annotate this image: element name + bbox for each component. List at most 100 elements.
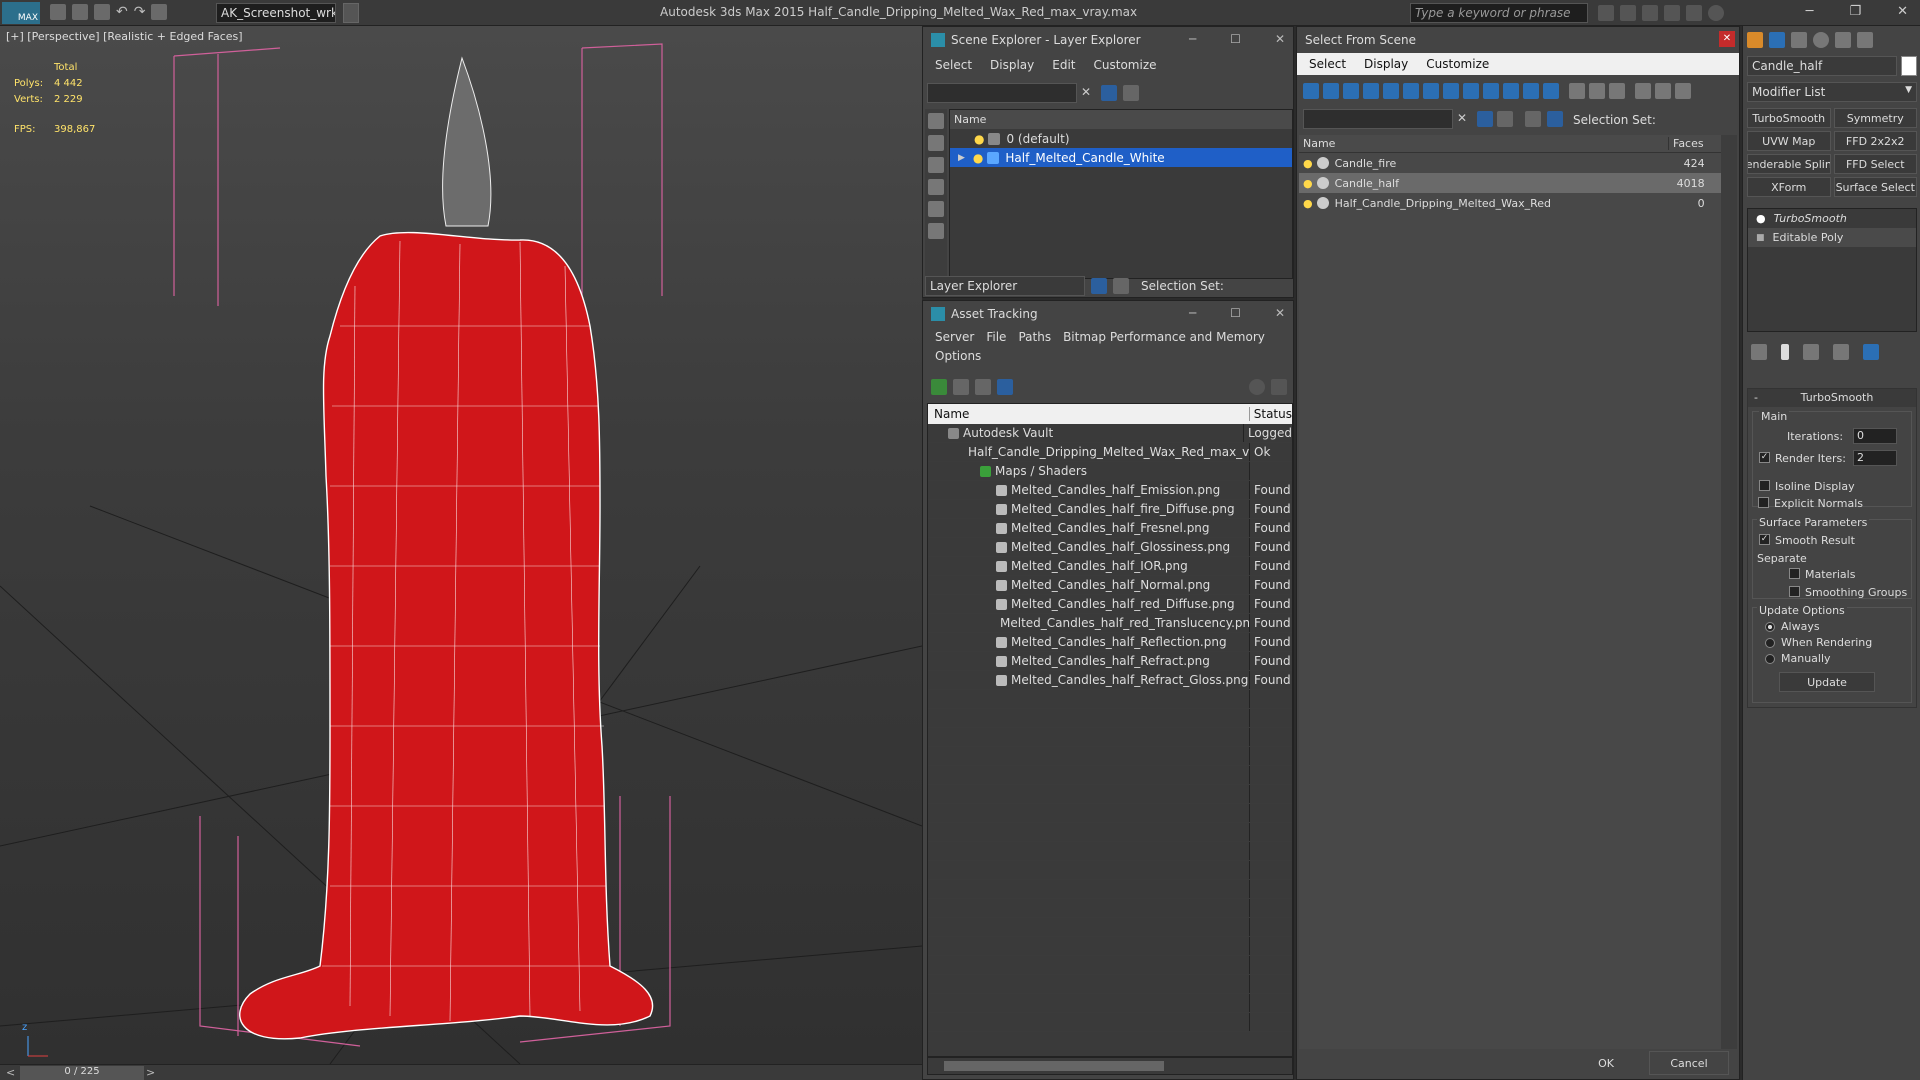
- filter-funnel-icon[interactable]: [1635, 83, 1651, 99]
- time-prev-icon[interactable]: <: [6, 1066, 15, 1079]
- tools-icon[interactable]: [1620, 5, 1636, 21]
- uvw-map-button[interactable]: UVW Map: [1747, 131, 1831, 151]
- asset-row[interactable]: Melted_Candles_half_red_Diffuse.png Found: [928, 595, 1292, 614]
- subscription-icon[interactable]: [1642, 5, 1658, 21]
- object-row[interactable]: ● Candle_half 4018: [1299, 173, 1721, 193]
- help-icon[interactable]: [1249, 379, 1265, 395]
- modifier-list-dropdown[interactable]: Modifier List ▼: [1747, 82, 1917, 102]
- menu-display[interactable]: Display: [1364, 57, 1408, 71]
- hierarchy-icon[interactable]: [1655, 83, 1671, 99]
- columns-icon[interactable]: [1675, 83, 1691, 99]
- layer-row-selected[interactable]: ▶ ● Half_Melted_Candle_White: [950, 148, 1292, 167]
- hierarchy-mode-icon[interactable]: [1547, 111, 1563, 127]
- app-menu-button[interactable]: MAX: [2, 2, 40, 24]
- filter-lights-icon[interactable]: [1343, 83, 1359, 99]
- close-x-icon[interactable]: [1686, 5, 1702, 21]
- time-slider-thumb[interactable]: 0 / 225: [20, 1066, 144, 1080]
- refresh-icon[interactable]: [931, 379, 947, 395]
- asset-row[interactable]: Melted_Candles_half_Normal.png Found: [928, 576, 1292, 595]
- asset-row[interactable]: Autodesk Vault Logged: [928, 424, 1292, 443]
- list-view-icon[interactable]: [953, 379, 969, 395]
- select-invert-icon[interactable]: [1609, 83, 1625, 99]
- display-helpers-icon[interactable]: [928, 201, 944, 217]
- ffd-select-button[interactable]: FFD Select: [1833, 154, 1917, 174]
- clear-search-icon[interactable]: ✕: [1081, 85, 1091, 99]
- smoothing-groups-checkbox[interactable]: [1789, 586, 1800, 597]
- display-tab-icon[interactable]: [1835, 32, 1851, 48]
- col-status-header[interactable]: Status: [1250, 407, 1292, 421]
- maximize-icon[interactable]: ☐: [1230, 32, 1241, 46]
- motion-tab-icon[interactable]: [1813, 32, 1829, 48]
- asset-row[interactable]: Melted_Candles_half_Refract_Gloss.png Fou…: [928, 671, 1292, 690]
- col-name-header[interactable]: Name: [1299, 137, 1669, 150]
- close-icon[interactable]: ✕: [1897, 4, 1908, 19]
- menu-customize[interactable]: Customize: [1426, 57, 1489, 71]
- select-none-icon[interactable]: [1589, 83, 1605, 99]
- project-folder-icon[interactable]: [151, 4, 168, 20]
- new-file-icon[interactable]: [50, 4, 66, 20]
- object-list-scrollbar[interactable]: [1721, 135, 1737, 1049]
- perspective-viewport[interactable]: [+] [Perspective] [Realistic + Edged Fac…: [0, 26, 922, 1064]
- minimize-icon[interactable]: ─: [1189, 32, 1196, 46]
- object-row[interactable]: ● Candle_fire 424: [1299, 153, 1721, 173]
- select-from-scene-titlebar[interactable]: Select From Scene ✕: [1297, 27, 1739, 53]
- expand-arrow-icon[interactable]: ▶: [958, 153, 965, 163]
- filter-groups-icon[interactable]: [1423, 83, 1439, 99]
- asset-row[interactable]: Melted_Candles_half_fire_Diffuse.png Foun…: [928, 500, 1292, 519]
- when-rendering-radio[interactable]: [1765, 638, 1775, 648]
- col-name-header[interactable]: Name: [928, 407, 1250, 421]
- filter-shapes-icon[interactable]: [1323, 83, 1339, 99]
- help-icon[interactable]: [1708, 5, 1724, 21]
- asset-row[interactable]: Melted_Candles_half_Glossiness.png Found: [928, 538, 1292, 557]
- display-cameras-icon[interactable]: [928, 179, 944, 195]
- thumbnail-view-icon[interactable]: [975, 379, 991, 395]
- lightbulb-icon[interactable]: ●: [1756, 212, 1766, 225]
- menu-bitmap-performance[interactable]: Bitmap Performance and Memory: [1063, 330, 1265, 344]
- make-unique-icon[interactable]: [1803, 344, 1819, 360]
- utilities-tab-icon[interactable]: [1857, 32, 1873, 48]
- table-view-icon[interactable]: [997, 379, 1013, 395]
- restore-icon[interactable]: ❐: [1849, 4, 1861, 19]
- expand-plus-icon[interactable]: ■: [1756, 233, 1765, 243]
- layer-view-icon[interactable]: [1091, 278, 1107, 294]
- asset-row[interactable]: Melted_Candles_half_red_Translucency.png…: [928, 614, 1292, 633]
- options-icon[interactable]: [1497, 111, 1513, 127]
- maximize-icon[interactable]: ☐: [1230, 306, 1241, 320]
- filter-all-icon[interactable]: [1543, 83, 1559, 99]
- menu-file[interactable]: File: [986, 330, 1006, 344]
- stack-item-turbosmooth[interactable]: ● TurboSmooth: [1748, 209, 1916, 228]
- col-faces-header[interactable]: Faces: [1669, 137, 1704, 150]
- filter-icon[interactable]: [1477, 111, 1493, 127]
- explicit-normals-checkbox[interactable]: [1758, 497, 1769, 508]
- save-file-icon[interactable]: [94, 4, 110, 20]
- hierarchy-tab-icon[interactable]: [1791, 32, 1807, 48]
- remove-modifier-icon[interactable]: [1833, 344, 1849, 360]
- filter-xrefs-icon[interactable]: [1443, 83, 1459, 99]
- filter-geometry-icon[interactable]: [1303, 83, 1319, 99]
- lightbulb-icon[interactable]: ●: [1303, 177, 1313, 190]
- layer-tree-header[interactable]: Name: [950, 110, 1292, 129]
- materials-checkbox[interactable]: [1789, 568, 1800, 579]
- scrollbar-thumb[interactable]: [944, 1061, 1164, 1071]
- close-icon[interactable]: ✕: [1275, 32, 1285, 46]
- workspace-menu-button[interactable]: [343, 3, 359, 23]
- undo-icon[interactable]: ↶: [116, 4, 128, 20]
- object-color-swatch[interactable]: [1901, 56, 1917, 76]
- asset-row[interactable]: Maps / Shaders: [928, 462, 1292, 481]
- filter-icon[interactable]: [1101, 85, 1117, 101]
- settings-icon[interactable]: [1271, 379, 1287, 395]
- minimize-icon[interactable]: ─: [1806, 4, 1814, 19]
- filter-containers-icon[interactable]: [1483, 83, 1499, 99]
- star-icon[interactable]: [1664, 5, 1680, 21]
- symmetry-button[interactable]: Symmetry: [1833, 108, 1917, 128]
- iterations-spinner[interactable]: 0: [1853, 428, 1897, 444]
- filter-spacewarps-icon[interactable]: [1403, 83, 1419, 99]
- filter-cameras-icon[interactable]: [1363, 83, 1379, 99]
- menu-server[interactable]: Server: [935, 330, 974, 344]
- render-iters-checkbox[interactable]: ✓: [1759, 452, 1770, 463]
- lightbulb-icon[interactable]: ●: [1303, 197, 1313, 210]
- display-lights-icon[interactable]: [928, 157, 944, 173]
- asset-horizontal-scrollbar[interactable]: [927, 1057, 1293, 1075]
- scene-explorer-titlebar[interactable]: Scene Explorer - Layer Explorer ─ ☐ ✕: [923, 27, 1293, 53]
- scene-explorer-search[interactable]: [927, 83, 1077, 103]
